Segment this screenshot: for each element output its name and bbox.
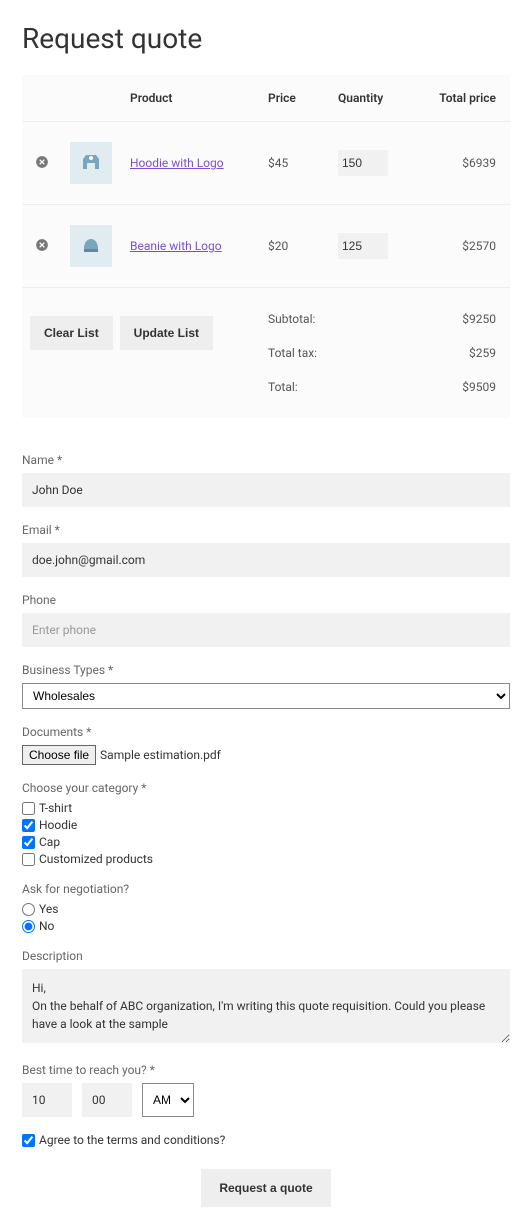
negotiation-label: Ask for negotiation? (22, 882, 510, 896)
email-label: Email * (22, 523, 510, 537)
category-label: Choose your category * (22, 781, 510, 795)
subtotal-label: Subtotal: (268, 312, 315, 326)
description-field[interactable] (22, 969, 510, 1043)
remove-item-button[interactable] (34, 237, 50, 253)
product-link[interactable]: Beanie with Logo (130, 239, 222, 253)
reach-time-label: Best time to reach you? * (22, 1063, 510, 1077)
category-checkbox-hoodie[interactable] (22, 819, 35, 832)
name-label: Name * (22, 453, 510, 467)
cell-total: $6939 (410, 122, 510, 205)
file-name: Sample estimation.pdf (100, 748, 221, 762)
category-checkbox-cap[interactable] (22, 836, 35, 849)
remove-item-button[interactable] (34, 154, 50, 170)
close-circle-icon (35, 155, 49, 169)
category-option-label: T-shirt (39, 801, 72, 815)
quote-table: Product Price Quantity Total price Hoodi… (22, 75, 510, 418)
header-total: Total price (410, 75, 510, 122)
header-price: Price (260, 75, 330, 122)
phone-label: Phone (22, 593, 510, 607)
product-link[interactable]: Hoodie with Logo (130, 156, 224, 170)
clear-list-button[interactable]: Clear List (30, 316, 113, 350)
total-label: Total: (268, 380, 298, 394)
quantity-input[interactable] (338, 233, 388, 259)
totals-row: Clear List Update List Subtotal: $9250 T… (22, 288, 510, 419)
choose-file-button[interactable]: Choose file (22, 745, 96, 765)
category-option-label: Customized products (39, 852, 153, 866)
product-thumbnail (70, 142, 112, 184)
documents-label: Documents * (22, 725, 510, 739)
category-option-label: Cap (39, 835, 60, 849)
cell-total: $2570 (410, 205, 510, 288)
cell-price: $45 (260, 122, 330, 205)
description-label: Description (22, 949, 510, 963)
quantity-input[interactable] (338, 150, 388, 176)
product-thumbnail (70, 225, 112, 267)
table-row: Beanie with Logo $20 $2570 (22, 205, 510, 288)
category-checkbox-tshirt[interactable] (22, 802, 35, 815)
negotiation-radio-no[interactable] (22, 920, 35, 933)
update-list-button[interactable]: Update List (120, 316, 213, 350)
negotiation-radio-yes[interactable] (22, 903, 35, 916)
category-option-label: Hoodie (39, 818, 77, 832)
header-product: Product (122, 75, 260, 122)
header-quantity: Quantity (330, 75, 410, 122)
table-row: Hoodie with Logo $45 $6939 (22, 122, 510, 205)
business-types-select[interactable]: Wholesales (22, 683, 510, 709)
radio-option-label: No (39, 919, 54, 933)
phone-field[interactable] (22, 613, 510, 647)
period-select[interactable]: AM (142, 1083, 194, 1117)
hour-field[interactable] (22, 1083, 72, 1117)
subtotal-value: $9250 (462, 312, 496, 326)
agree-checkbox[interactable] (22, 1134, 35, 1147)
cell-price: $20 (260, 205, 330, 288)
minute-field[interactable] (82, 1083, 132, 1117)
agree-label: Agree to the terms and conditions? (39, 1133, 225, 1147)
tax-label: Total tax: (268, 346, 317, 360)
close-circle-icon (35, 238, 49, 252)
category-checkbox-customized[interactable] (22, 853, 35, 866)
page-title: Request quote (22, 22, 510, 55)
email-field[interactable] (22, 543, 510, 577)
business-types-label: Business Types * (22, 663, 510, 677)
radio-option-label: Yes (39, 902, 58, 916)
hoodie-icon (79, 151, 103, 175)
beanie-icon (79, 234, 103, 258)
tax-value: $259 (469, 346, 496, 360)
request-quote-button[interactable]: Request a quote (201, 1169, 330, 1207)
total-value: $9509 (462, 380, 496, 394)
name-field[interactable] (22, 473, 510, 507)
